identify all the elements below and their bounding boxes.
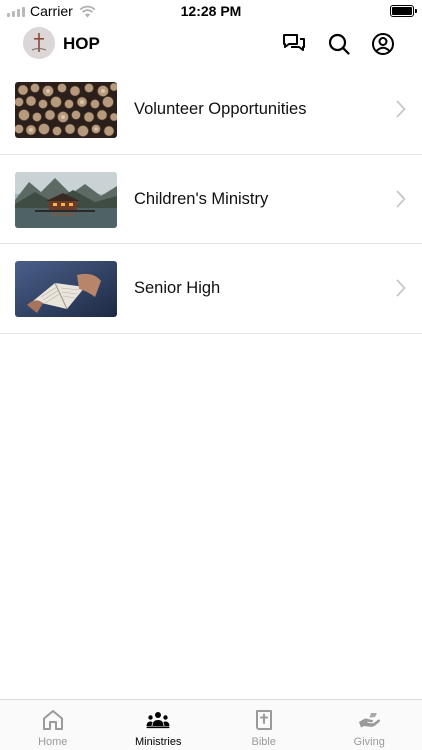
open-bible-thumbnail: [15, 261, 117, 317]
item-label: Volunteer Opportunities: [134, 100, 307, 118]
log-pile-thumbnail: [15, 82, 117, 138]
app-title: HOP: [63, 34, 100, 53]
account-icon[interactable]: [371, 32, 395, 56]
tab-bar: Home Ministries Bible Giving: [0, 699, 422, 750]
giving-hand-icon: [359, 713, 381, 728]
bible-icon: [255, 710, 272, 730]
list-item-childrens-ministry[interactable]: Children's Ministry: [0, 155, 422, 244]
chevron-right-icon: [396, 279, 406, 297]
battery-icon: [390, 5, 417, 17]
people-icon: [146, 712, 170, 729]
status-time: 12:28 PM: [180, 3, 242, 19]
list-item-volunteer-opportunities[interactable]: Volunteer Opportunities: [0, 65, 422, 155]
lake-cabin-thumbnail: [15, 171, 117, 228]
chevron-right-icon: [396, 100, 406, 118]
chat-icon[interactable]: [282, 32, 306, 56]
tab-label: Ministries: [135, 736, 182, 748]
tab-label: Home: [38, 736, 68, 748]
chevron-right-icon: [396, 190, 406, 208]
app-header: HOP: [0, 24, 422, 64]
tab-giving[interactable]: Giving: [317, 700, 422, 750]
tab-label: Bible: [251, 736, 276, 748]
status-bar: Carrier 12:28 PM: [0, 0, 422, 22]
tab-ministries[interactable]: Ministries: [106, 700, 212, 750]
church-logo-avatar[interactable]: [23, 27, 55, 59]
search-icon[interactable]: [327, 32, 351, 56]
tab-home[interactable]: Home: [0, 700, 106, 750]
home-icon: [42, 710, 63, 730]
tab-label: Giving: [353, 736, 385, 748]
list-item-senior-high[interactable]: Senior High: [0, 244, 422, 334]
tab-bible[interactable]: Bible: [211, 700, 317, 750]
item-label: Children's Ministry: [134, 189, 269, 208]
ministry-list: Volunteer Opportunities Children's Minis…: [0, 65, 422, 334]
item-label: Senior High: [134, 279, 221, 297]
screen: Carrier 12:28 PM HOP Volunteer Opportuni…: [0, 0, 422, 750]
